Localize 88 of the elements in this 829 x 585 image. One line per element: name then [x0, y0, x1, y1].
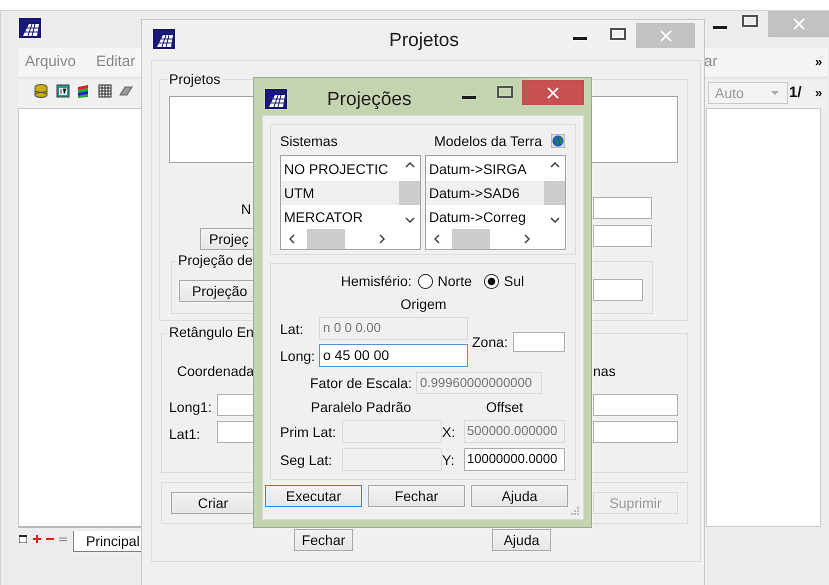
list-item[interactable]: Datum->Correg [426, 205, 544, 229]
field-label: Long: [280, 348, 316, 364]
eraser-icon[interactable] [119, 84, 133, 98]
input-field[interactable] [593, 225, 652, 247]
field-label: Hemisfério: [340, 273, 412, 289]
action-button[interactable]: Criar [171, 492, 254, 514]
input-field[interactable] [593, 197, 652, 219]
radio-button[interactable] [418, 274, 433, 288]
close-button[interactable] [768, 11, 829, 37]
field-label: Zona: [472, 334, 509, 350]
section-label: Coordenada [177, 363, 254, 379]
input-field[interactable] [593, 421, 678, 443]
page-indicator: 1/ [789, 84, 802, 101]
radio-label[interactable]: Sul [504, 273, 524, 289]
list-label: Modelos da Terra [434, 133, 542, 149]
overflow-chevron[interactable]: » [815, 85, 822, 100]
dialog-button[interactable]: Ajuda [471, 485, 568, 507]
overflow-chevron[interactable]: » [815, 54, 822, 69]
field-label: Fator de Escala: [310, 375, 412, 391]
maximize-icon[interactable] [610, 28, 626, 40]
chevron-right-icon[interactable] [524, 234, 530, 244]
database-icon[interactable] [34, 84, 48, 98]
list-label: Sistemas [280, 133, 338, 149]
input-field[interactable] [593, 279, 643, 301]
input-field[interactable]: 10000000.0000 [464, 448, 565, 471]
input-field[interactable] [217, 421, 254, 443]
grid-logo-icon [153, 29, 175, 49]
input-field[interactable] [593, 394, 678, 416]
list-item[interactable]: MERCATOR [281, 205, 399, 229]
dialog-button[interactable]: Executar [265, 485, 362, 507]
group-label: Retângulo En [167, 324, 256, 340]
field-label: Lat1: [169, 426, 200, 442]
list-item[interactable]: NO PROJECTIC [281, 157, 399, 181]
layers-icon[interactable] [76, 84, 90, 98]
list-item[interactable]: Datum->SAD6 [426, 181, 544, 205]
list-item[interactable]: UTM [281, 181, 399, 205]
input-field[interactable]: o 45 00 00 [319, 344, 468, 367]
footer-button[interactable]: Ajuda [492, 529, 551, 551]
group-label: Projetos [167, 71, 222, 87]
group-label: Projeção de [176, 252, 255, 268]
field-label: Prim Lat: [280, 424, 338, 440]
window-title: Projetos [388, 30, 460, 52]
grid-logo-icon [19, 18, 41, 38]
window-title: Projeções [327, 88, 412, 110]
footer-button[interactable]: Fechar [294, 529, 353, 551]
section-label: nas [593, 363, 616, 379]
field-label: X: [442, 424, 456, 440]
scrollbar-thumb[interactable] [399, 180, 420, 204]
grid-icon[interactable] [98, 84, 112, 98]
chevron-down-icon[interactable] [550, 217, 560, 223]
equals-icon[interactable] [59, 535, 67, 543]
dialog-button[interactable]: Fechar [368, 485, 465, 507]
field-label: N [241, 201, 252, 217]
chevron-up-icon[interactable] [404, 162, 414, 168]
list-item[interactable]: Datum->SIRGA [426, 157, 544, 181]
field-label: Y: [442, 452, 456, 468]
section-label: Paralelo Padrão [310, 399, 412, 415]
chevron-left-icon[interactable] [289, 234, 295, 244]
plus-icon[interactable] [33, 535, 41, 543]
section-label: Origem [400, 295, 448, 314]
resize-grip-icon[interactable] [571, 507, 580, 516]
radio-label[interactable]: Norte [438, 273, 472, 289]
section-label: Offset [484, 399, 524, 415]
chevron-up-icon[interactable] [550, 162, 560, 168]
field-label: Long1: [169, 399, 212, 415]
chevron-down-icon[interactable] [404, 217, 414, 223]
field-label: Lat: [280, 320, 304, 336]
close-button[interactable] [522, 80, 584, 105]
grid-logo-icon [265, 88, 287, 108]
caret-icon[interactable] [771, 91, 779, 95]
maximize-icon[interactable] [742, 15, 758, 27]
close-button[interactable] [636, 23, 695, 48]
field-label: Seg Lat: [280, 452, 334, 468]
chevron-left-icon[interactable] [434, 234, 440, 244]
window-icon[interactable] [19, 535, 27, 543]
input-field[interactable] [217, 394, 254, 416]
projection-button[interactable]: Projeç [200, 228, 254, 250]
globe-icon[interactable] [551, 134, 565, 148]
scrollbar-thumb[interactable] [452, 229, 490, 249]
close-icon[interactable] [547, 86, 559, 98]
scrollbar-thumb[interactable] [307, 229, 345, 249]
maximize-icon[interactable] [497, 86, 513, 98]
projection-button[interactable]: Projeção [179, 280, 254, 302]
input-field[interactable] [513, 332, 565, 352]
minus-icon[interactable] [46, 535, 54, 543]
scrollbar-thumb[interactable] [544, 180, 565, 204]
chevron-right-icon[interactable] [379, 234, 385, 244]
radio-button[interactable] [484, 274, 499, 288]
